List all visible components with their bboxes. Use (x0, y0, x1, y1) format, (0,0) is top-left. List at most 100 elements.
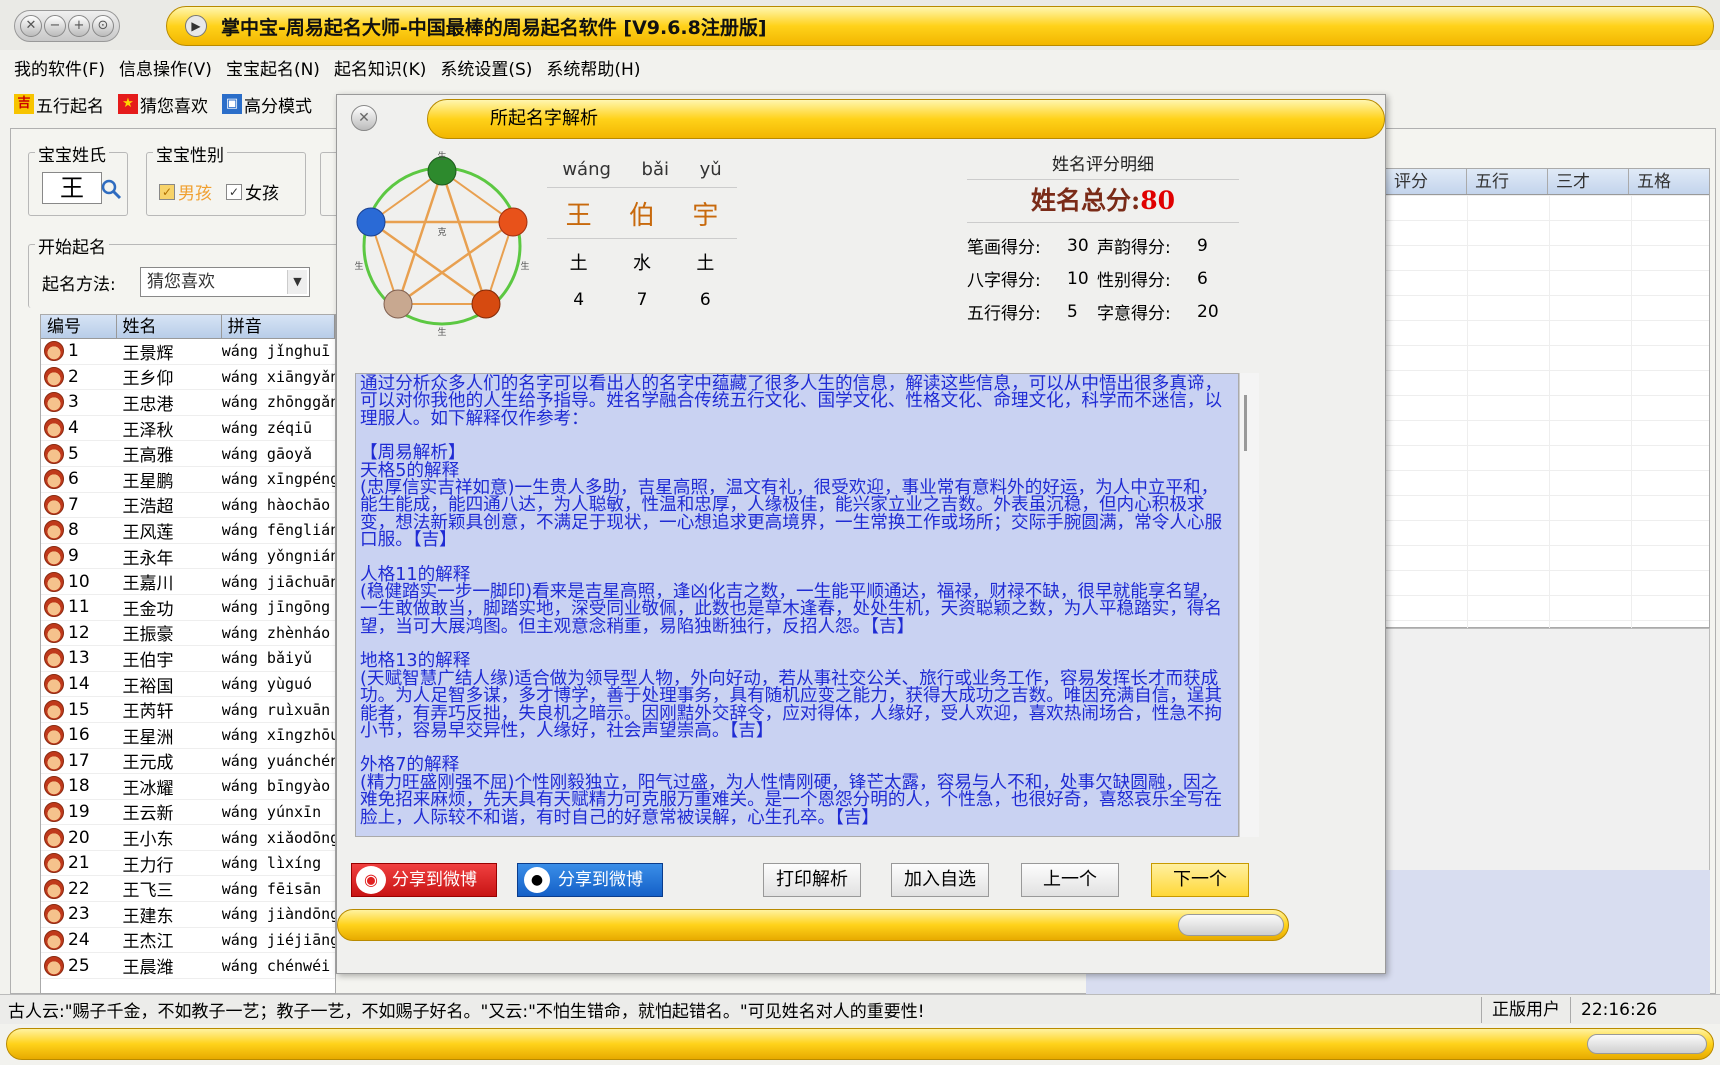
menu-baby-naming[interactable]: 宝宝起名(N) (226, 55, 320, 80)
row-id-text: 19 (68, 801, 90, 822)
menu-system-settings[interactable]: 系统设置(S) (440, 55, 532, 80)
table-row[interactable]: 14 王裕国 wáng yùguó (41, 672, 335, 698)
table-row[interactable]: 11 王金功 wáng jīngōng (41, 595, 335, 621)
table-row[interactable]: 8 王风莲 wáng fēnglián (41, 518, 335, 544)
baby-face-icon (44, 853, 64, 874)
settings-window-button[interactable]: ⊙ (92, 15, 114, 37)
menu-bar: 我的软件(F) 信息操作(V) 宝宝起名(N) 起名知识(K) 系统设置(S) … (0, 52, 1720, 82)
col-sancai-header[interactable]: 三才 (1547, 169, 1628, 194)
surname-input[interactable]: 王 (42, 172, 102, 204)
baby-face-icon (44, 366, 64, 387)
table-row[interactable]: 3 王忠港 wáng zhōnggǎng (41, 390, 335, 416)
girl-checkbox[interactable]: ✓ 女孩 (226, 179, 279, 204)
analysis-paragraph (360, 740, 1234, 757)
row-id-text: 15 (68, 699, 90, 720)
strokes-2: 7 (636, 290, 648, 310)
table-row[interactable]: 13 王伯宇 wáng bǎiyǔ (41, 646, 335, 672)
score-label: 字意得分: (1097, 304, 1171, 324)
row-name: 王杰江 (122, 932, 174, 953)
start-naming-title: 开始起名 (35, 233, 109, 258)
high-score-button[interactable]: ▣ 高分模式 (222, 92, 312, 117)
analysis-scrollbar[interactable] (1239, 373, 1259, 837)
share-qq-button[interactable]: ● 分享到微博 (517, 863, 663, 897)
row-id-text: 6 (68, 469, 79, 490)
print-analysis-button[interactable]: 打印解析 (763, 863, 861, 897)
table-row[interactable]: 20 王小东 wáng xiǎodōng (41, 825, 335, 851)
strokes-3: 6 (699, 290, 711, 310)
search-icon[interactable] (100, 178, 122, 200)
table-row[interactable]: 17 王元成 wáng yuánchéng (41, 749, 335, 775)
status-time: 22:16:26 (1570, 996, 1720, 1023)
baby-face-icon (44, 827, 64, 848)
row-name: 王小东 (122, 830, 174, 851)
next-button[interactable]: 下一个 (1151, 863, 1249, 897)
dialog-slider-handle[interactable] (1178, 914, 1284, 936)
row-id-text: 20 (68, 827, 90, 848)
wuxing-naming-button[interactable]: 吉 五行起名 (14, 92, 104, 117)
menu-system-help[interactable]: 系统帮助(H) (546, 55, 640, 80)
row-name: 王飞三 (122, 881, 174, 902)
row-id-text: 16 (68, 725, 90, 746)
analysis-paragraph: (忠厚信实吉祥如意)一生贵人多助，吉星高照，温文有礼，很受欢迎，事业常有意料外的… (360, 478, 1223, 551)
table-row[interactable]: 22 王飞三 wáng fēisān (41, 876, 335, 903)
bottom-slider-handle[interactable] (1587, 1034, 1707, 1054)
wuxing-naming-label: 五行起名 (36, 96, 104, 117)
col-wuge-header[interactable]: 五格 (1628, 169, 1709, 194)
restore-window-button[interactable]: + (68, 15, 90, 37)
row-id: 10 (41, 571, 116, 592)
add-favorite-button[interactable]: 加入自选 (891, 863, 989, 897)
table-row[interactable]: 9 王永年 wáng yǒngnián (41, 544, 335, 570)
row-id: 7 (41, 494, 116, 515)
svg-text:生: 生 (520, 260, 529, 272)
col-wuxing-header[interactable]: 五行 (1466, 169, 1547, 194)
table-row[interactable]: 1 王景辉 wáng jǐnghuī (41, 339, 335, 365)
table-row[interactable]: 4 王泽秋 wáng zéqiū (41, 416, 335, 442)
analysis-text[interactable]: 通过分析众多人们的名字可以看出人的名字中蕴藏了很多人生的信息，解读这些信息，可以… (355, 373, 1239, 837)
char-2: 伯 (628, 200, 655, 231)
table-row[interactable]: 15 王芮轩 wáng ruìxuān (41, 697, 335, 723)
table-row[interactable]: 19 王云新 wáng yúnxīn (41, 800, 335, 826)
scrollbar-thumb[interactable] (1244, 395, 1247, 451)
table-row[interactable]: 6 王星鹏 wáng xīngpéng (41, 467, 335, 493)
menu-my-software[interactable]: 我的软件(F) (14, 55, 105, 80)
table-row[interactable]: 18 王冰耀 wáng bīngyào (41, 774, 335, 800)
baby-face-icon (44, 494, 64, 515)
char-3: 宇 (692, 200, 719, 231)
menu-info-ops[interactable]: 信息操作(V) (119, 55, 212, 80)
guess-you-like-button[interactable]: ★ 猜您喜欢 (118, 92, 208, 117)
minimize-window-button[interactable]: − (44, 15, 66, 37)
row-id: 11 (41, 597, 116, 618)
pinyin-3: yǔ (699, 158, 722, 180)
row-name: 王芮轩 (122, 702, 174, 723)
table-row[interactable]: 25 王晨潍 wáng chénwéi (41, 953, 335, 979)
close-window-button[interactable]: ✕ (20, 15, 42, 37)
char-1: 王 (565, 200, 592, 231)
share-weibo-button[interactable]: ◉ 分享到微博 (351, 863, 497, 897)
prev-button[interactable]: 上一个 (1021, 863, 1119, 897)
row-pinyin: wáng hàochāo (221, 495, 331, 514)
baby-face-icon (44, 750, 64, 771)
table-row[interactable]: 24 王杰江 wáng jiéjiāng (41, 928, 335, 954)
table-row[interactable]: 16 王星洲 wáng xīngzhōu (41, 723, 335, 749)
row-name: 王力行 (122, 855, 174, 876)
col-id-header[interactable]: 编号 (41, 315, 117, 338)
element-2: 水 (632, 253, 651, 274)
menu-naming-knowledge[interactable]: 起名知识(K) (334, 55, 426, 80)
table-row[interactable]: 21 王力行 wáng lìxíng (41, 851, 335, 877)
window-title: 掌中宝-周易起名大师-中国最棒的周易起名软件 [V9.6.8注册版] (221, 16, 767, 39)
boy-checkbox[interactable]: ✓ 男孩 (159, 179, 212, 204)
table-row[interactable]: 5 王高雅 wáng gāoyǎ (41, 441, 335, 467)
col-pinyin-header[interactable]: 拼音 (222, 315, 335, 338)
col-score-header[interactable]: 评分 (1385, 169, 1466, 194)
table-row[interactable]: 23 王建东 wáng jiàndōng (41, 902, 335, 928)
table-row[interactable]: 2 王乡仰 wáng xiāngyǎng (41, 365, 335, 391)
table-row[interactable]: 10 王嘉川 wáng jiāchuān (41, 569, 335, 595)
score-title: 姓名评分明细 (1052, 155, 1154, 175)
table-row[interactable]: 7 王浩超 wáng hàochāo (41, 493, 335, 519)
app-logo-icon: ▶ (185, 15, 207, 37)
method-select[interactable]: 猜您喜欢 ▼ (140, 267, 310, 297)
col-name-header[interactable]: 姓名 (117, 315, 222, 338)
table-row[interactable]: 12 王振豪 wáng zhènháo (41, 621, 335, 647)
row-pinyin: wáng yúnxīn (221, 802, 322, 821)
close-icon[interactable]: ✕ (351, 105, 377, 131)
